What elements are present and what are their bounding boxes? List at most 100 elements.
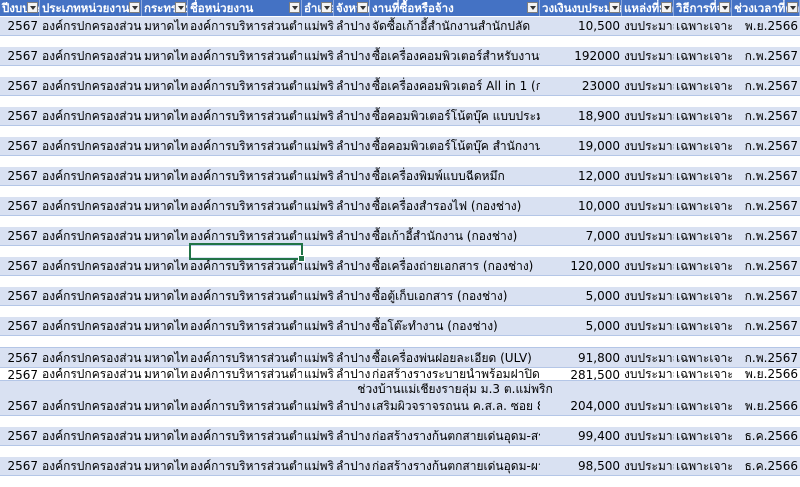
cell-budget[interactable]: 18,900	[540, 107, 622, 125]
cell-procurement-period[interactable]: ธ.ค.2566	[732, 427, 800, 445]
cell-province[interactable]: ลำปาง	[334, 287, 370, 305]
cell-budget[interactable]: 10,000	[540, 197, 622, 215]
cell-fiscal-year[interactable]: 2567	[0, 457, 40, 475]
column-header-agency-type[interactable]: ประเภทหน่วยงาน	[40, 0, 142, 16]
cell-fiscal-year[interactable]: 2567	[0, 107, 40, 125]
cell-agency-type[interactable]: องค์กรปกครองส่วนท้องถิ่น	[40, 227, 142, 245]
cell-agency-name[interactable]: องค์การบริหารส่วนตำบล	[188, 107, 302, 125]
cell-agency-name[interactable]: องค์การบริหารส่วนตำบล	[188, 317, 302, 335]
cell-ministry[interactable]: มหาดไทย	[142, 137, 188, 155]
cell-procurement-item[interactable]: ซื้อเครื่องพ่นฝอยละเอียด (ULV)	[370, 348, 540, 368]
cell-district[interactable]	[302, 381, 334, 398]
cell-ministry[interactable]: มหาดไทย	[142, 457, 188, 475]
cell-procurement-method[interactable]: เฉพาะเจาะจง	[674, 227, 732, 245]
filter-dropdown-icon[interactable]	[175, 2, 186, 13]
cell-province[interactable]: ลำปาง	[334, 47, 370, 65]
cell-procurement-method[interactable]: เฉพาะเจาะจง	[674, 427, 732, 445]
cell-agency-name[interactable]: องค์การบริหารส่วนตำบล	[188, 427, 302, 445]
cell-procurement-period[interactable]: ก.พ.2567	[732, 317, 800, 335]
cell-procurement-item[interactable]: จัดซื้อเก้าอี้สำนักงานสำนักปลัด	[370, 17, 540, 35]
cell-agency-type[interactable]: องค์กรปกครองส่วนท้องถิ่น	[40, 397, 142, 415]
cell-agency-name[interactable]: องค์การบริหารส่วนตำบล	[188, 397, 302, 415]
cell-agency-type[interactable]: องค์กรปกครองส่วนท้องถิ่น	[40, 137, 142, 155]
cell-procurement-item[interactable]: ซื้อเครื่องคอมพิวเตอร์สำหรับงานประมวลผล	[370, 47, 540, 65]
cell-ministry[interactable]: มหาดไทย	[142, 317, 188, 335]
cell-budget[interactable]: 99,400	[540, 427, 622, 445]
cell-ministry[interactable]: มหาดไทย	[142, 47, 188, 65]
cell-fiscal-year[interactable]: 2567	[0, 227, 40, 245]
cell-province[interactable]: ลำปาง	[334, 77, 370, 95]
filter-dropdown-icon[interactable]	[129, 2, 140, 13]
cell-procurement-method[interactable]: เฉพาะเจาะจง	[674, 397, 732, 415]
filter-dropdown-icon[interactable]	[719, 2, 730, 13]
cell-budget[interactable]: 10,500	[540, 17, 622, 35]
cell-agency-type[interactable]: องค์กรปกครองส่วนท้องถิ่น	[40, 287, 142, 305]
cell-procurement-period[interactable]: ก.พ.2567	[732, 257, 800, 275]
cell-agency-name[interactable]: องค์การบริหารส่วนตำบล	[188, 137, 302, 155]
cell-budget[interactable]: 5,000	[540, 317, 622, 335]
cell-ministry[interactable]: มหาดไทย	[142, 257, 188, 275]
cell-budget-source[interactable]: งบประมาณ	[622, 397, 674, 415]
cell-fiscal-year[interactable]	[0, 381, 40, 398]
cell-budget[interactable]: 5,000	[540, 287, 622, 305]
cell-agency-type[interactable]: องค์กรปกครองส่วนท้องถิ่น	[40, 197, 142, 215]
filter-dropdown-icon[interactable]	[321, 2, 332, 13]
filter-dropdown-icon[interactable]	[289, 2, 300, 13]
cell-procurement-method[interactable]: เฉพาะเจาะจง	[674, 197, 732, 215]
cell-budget[interactable]: 7,000	[540, 227, 622, 245]
cell-procurement-method[interactable]: เฉพาะเจาะจง	[674, 137, 732, 155]
cell-budget-source[interactable]: งบประมาณ	[622, 167, 674, 185]
cell-procurement-item[interactable]: ซื้อโต๊ะทำงาน (กองช่าง)	[370, 317, 540, 335]
cell-district[interactable]: แม่พริก	[302, 197, 334, 215]
cell-procurement-item[interactable]: ซื้อเครื่องพิมพ์แบบฉีดหมึก	[370, 167, 540, 185]
cell-procurement-item[interactable]: ช่วงบ้านแม่เชียงรายลุ่ม ม.3 ต.แม่พริก	[357, 381, 552, 398]
cell-province[interactable]: ลำปาง	[334, 107, 370, 125]
cell-province[interactable]: ลำปาง	[334, 17, 370, 35]
cell-ministry[interactable]: มหาดไทย	[142, 197, 188, 215]
cell-procurement-item[interactable]: ซื้อคอมพิวเตอร์โน้ตบุ๊ค แบบประมวลผล	[370, 107, 540, 125]
cell-budget-source[interactable]: งบประมาณ	[622, 348, 674, 368]
cell-procurement-item[interactable]: ก่อสร้างรางก้นตกสายเด่นอุดม-ผาบิ	[370, 457, 540, 475]
cell-ministry[interactable]: มหาดไทย	[142, 77, 188, 95]
cell-fiscal-year[interactable]: 2567	[0, 47, 40, 65]
cell-budget-source[interactable]: งบประมาณ	[622, 457, 674, 475]
cell-agency-type[interactable]: องค์กรปกครองส่วนท้องถิ่น	[40, 348, 142, 368]
cell-fiscal-year[interactable]: 2567	[0, 197, 40, 215]
cell-budget[interactable]: 12,000	[540, 167, 622, 185]
cell-procurement-item[interactable]: ซื้อเครื่องคอมพิวเตอร์ All in 1 (กองช่าง…	[370, 77, 540, 95]
column-header-budget[interactable]: วงเงินงบประมาณ	[540, 0, 622, 16]
filter-dropdown-icon[interactable]	[787, 2, 798, 13]
filter-dropdown-icon[interactable]	[27, 2, 38, 13]
cell-agency-name[interactable]: องค์การบริหารส่วนตำบล	[188, 47, 302, 65]
cell-agency-type[interactable]: องค์กรปกครองส่วนท้องถิ่น	[40, 457, 142, 475]
cell-procurement-method[interactable]: เฉพาะเจาะจง	[674, 17, 732, 35]
cell-fiscal-year[interactable]: 2567	[0, 167, 40, 185]
cell-agency-type[interactable]: องค์กรปกครองส่วนท้องถิ่น	[40, 257, 142, 275]
cell-procurement-period[interactable]: พ.ย.2566	[732, 397, 800, 415]
cell-district[interactable]: แม่พริก	[302, 17, 334, 35]
cell-budget-source[interactable]: งบประมาณ	[622, 107, 674, 125]
cell-agency-type[interactable]: องค์กรปกครองส่วนท้องถิ่น	[40, 317, 142, 335]
cell-province[interactable]: ลำปาง	[334, 197, 370, 215]
cell-district[interactable]: แม่พริก	[302, 427, 334, 445]
cell-ministry[interactable]: มหาดไทย	[142, 227, 188, 245]
cell-district[interactable]: แม่พริก	[302, 397, 334, 415]
cell-procurement-method[interactable]: เฉพาะเจาะจง	[674, 287, 732, 305]
column-header-budget-source[interactable]: แหล่งที่มา	[622, 0, 674, 16]
filter-dropdown-icon[interactable]	[527, 2, 538, 13]
cell-agency-name[interactable]: องค์การบริหารส่วนตำบล	[188, 77, 302, 95]
cell-fiscal-year[interactable]: 2567	[0, 397, 40, 415]
cell-budget-source[interactable]: งบประมาณ	[622, 47, 674, 65]
column-header-province[interactable]: จังหวัด	[334, 0, 370, 16]
cell-procurement-method[interactable]: เฉพาะเจาะจง	[674, 77, 732, 95]
cell-ministry[interactable]	[142, 381, 188, 398]
cell-agency-name[interactable]: องค์การบริหารส่วนตำบล	[188, 197, 302, 215]
cell-agency-type[interactable]	[40, 381, 142, 398]
cell-province[interactable]: ลำปาง	[334, 457, 370, 475]
cell-district[interactable]: แม่พริก	[302, 77, 334, 95]
cell-ministry[interactable]: มหาดไทย	[142, 427, 188, 445]
filter-dropdown-icon[interactable]	[357, 2, 368, 13]
cell-agency-name[interactable]: องค์การบริหารส่วนตำบล	[188, 348, 302, 368]
cell-district[interactable]: แม่พริก	[302, 317, 334, 335]
cell-district[interactable]: แม่พริก	[302, 348, 334, 368]
